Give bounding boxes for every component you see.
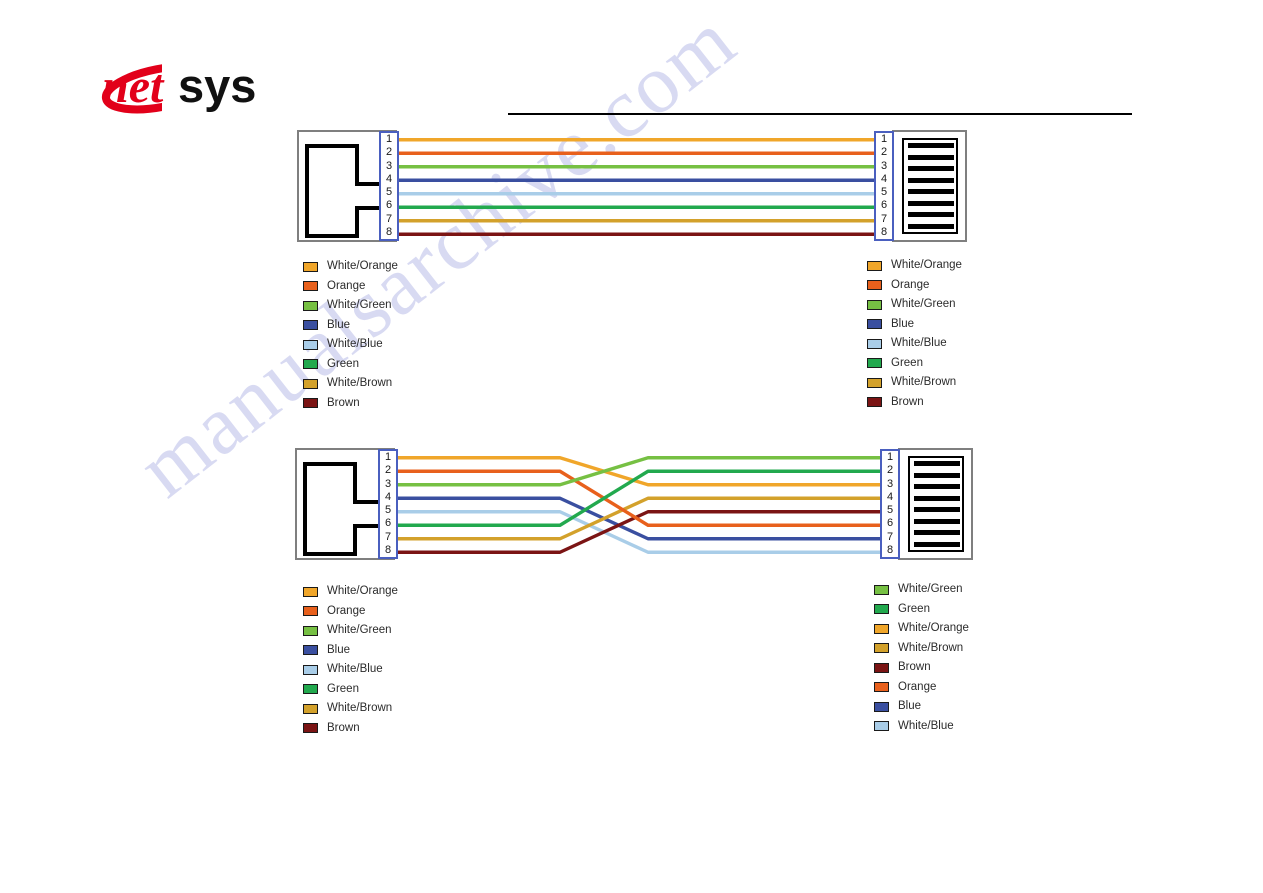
legend-label: White/Green — [898, 583, 963, 595]
legend-item: Blue — [303, 641, 398, 661]
legend-item: Brown — [303, 719, 398, 739]
legend-label: Green — [898, 602, 930, 615]
right-rj45-jack — [898, 448, 973, 560]
pin-number-4: 4 — [384, 490, 392, 503]
jack-contact-bar — [914, 518, 960, 524]
legend-color-swatch — [303, 664, 318, 675]
legend-color-swatch — [874, 623, 889, 634]
pin-number-7: 7 — [384, 530, 392, 543]
jack-contact-bar — [914, 484, 960, 490]
legend-label: White/Green — [327, 624, 392, 636]
jack-contact-bar — [914, 461, 960, 466]
legend-item: White/Green — [303, 621, 398, 641]
legend-item: Green — [303, 680, 398, 700]
left-pin-column: 12345678 — [378, 449, 398, 559]
pin-number-2: 2 — [886, 464, 894, 477]
jack-contact-block — [908, 456, 964, 552]
legend-label: Brown — [898, 661, 931, 673]
legend-item: Orange — [874, 678, 969, 698]
pin-number-4: 4 — [886, 490, 894, 503]
legend-color-swatch — [874, 584, 889, 595]
header-rule — [508, 113, 1132, 115]
legend-color-swatch — [303, 625, 318, 636]
pin-number-8: 8 — [384, 543, 392, 556]
left-legend-crossover: White/Orange Orange White/Green Blue White/B… — [303, 582, 398, 738]
legend-item: White/Blue — [874, 717, 969, 737]
logo-text-net: net — [102, 60, 165, 113]
legend-label: White/Orange — [898, 622, 969, 634]
legend-color-swatch — [874, 604, 889, 615]
page-canvas: manualsarchive.com net sys 12345678 1234… — [0, 0, 1263, 893]
legend-item: Green — [874, 600, 969, 620]
pin-number-1: 1 — [886, 451, 894, 464]
logo-text-sys: sys — [178, 59, 256, 112]
legend-label: White/Blue — [898, 719, 954, 732]
legend-label: White/Blue — [327, 663, 383, 675]
jack-contact-bar — [914, 530, 960, 536]
pin-number-5: 5 — [384, 504, 392, 517]
legend-color-swatch — [303, 606, 318, 617]
legend-label: Blue — [898, 700, 922, 712]
legend-color-swatch — [303, 645, 318, 656]
legend-color-swatch — [874, 721, 889, 732]
legend-label: Orange — [327, 604, 366, 617]
pin-number-5: 5 — [886, 504, 894, 517]
legend-color-swatch — [303, 723, 318, 734]
legend-item: Brown — [874, 658, 969, 678]
right-legend-crossover: White/Green Green White/Orange White/Brown B… — [874, 580, 969, 736]
legend-label: Green — [327, 682, 359, 695]
legend-label: White/Brown — [898, 641, 964, 654]
legend-label: Orange — [898, 680, 937, 693]
legend-color-swatch — [303, 684, 318, 695]
legend-item: Orange — [303, 602, 398, 622]
pin-number-8: 8 — [886, 543, 894, 556]
legend-item: White/Orange — [874, 619, 969, 639]
pin-number-2: 2 — [384, 464, 392, 477]
jack-contact-bar — [914, 507, 960, 513]
legend-color-swatch — [874, 662, 889, 673]
legend-item: White/Orange — [303, 582, 398, 602]
netsys-logo: net sys — [100, 56, 302, 116]
legend-item: White/Blue — [303, 660, 398, 680]
legend-color-swatch — [874, 682, 889, 693]
pin-number-6: 6 — [886, 517, 894, 530]
jack-contact-bar — [914, 472, 960, 478]
legend-label: White/Brown — [327, 702, 393, 714]
legend-item: White/Green — [874, 580, 969, 600]
legend-color-swatch — [303, 703, 318, 714]
jack-contact-bar — [914, 495, 960, 501]
pin-number-3: 3 — [886, 477, 894, 490]
legend-color-swatch — [303, 586, 318, 597]
pin-number-6: 6 — [384, 517, 392, 530]
pin-number-7: 7 — [886, 530, 894, 543]
pin-number-3: 3 — [384, 477, 392, 490]
netsys-logo-svg: net sys — [101, 58, 302, 114]
legend-item: White/Brown — [874, 639, 969, 659]
legend-color-swatch — [874, 701, 889, 712]
legend-label: Brown — [327, 721, 360, 734]
legend-color-swatch — [874, 643, 889, 654]
pin-number-1: 1 — [384, 451, 392, 464]
legend-label: White/Orange — [327, 585, 398, 597]
legend-item: White/Brown — [303, 699, 398, 719]
right-pin-column: 12345678 — [880, 449, 900, 559]
jack-contact-bar — [914, 541, 960, 547]
legend-label: Blue — [327, 643, 351, 656]
legend-item: Blue — [874, 697, 969, 717]
